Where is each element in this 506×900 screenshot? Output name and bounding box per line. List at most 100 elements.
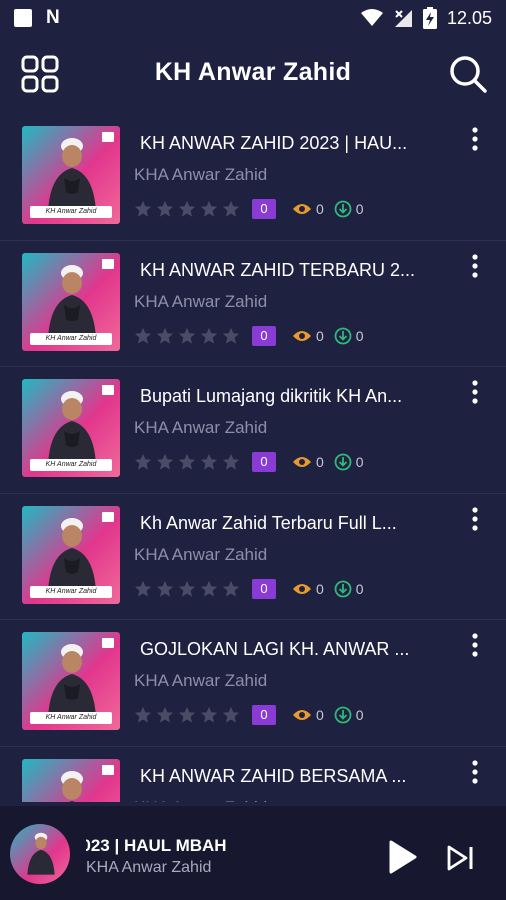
item-meta: 0 0 0 [134, 704, 364, 726]
more-vert-icon[interactable] [466, 126, 484, 154]
star-icon[interactable] [178, 200, 196, 218]
more-vert-icon[interactable] [466, 379, 484, 407]
star-icon[interactable] [222, 706, 240, 724]
person-image [61, 770, 83, 802]
rating-stars[interactable] [134, 706, 240, 724]
download-icon [334, 453, 352, 471]
thumb-caption: KH Anwar Zahid [30, 332, 112, 345]
list-item[interactable]: KH Anwar Zahid KH ANWAR ZAHID BERSAMA ..… [0, 747, 506, 802]
video-thumbnail[interactable]: KH Anwar Zahid [22, 379, 120, 477]
rating-stars[interactable] [134, 327, 240, 345]
star-icon[interactable] [222, 327, 240, 345]
item-title[interactable]: KH ANWAR ZAHID TERBARU 2... [140, 260, 445, 281]
star-icon[interactable] [222, 453, 240, 471]
rating-stars[interactable] [134, 580, 240, 598]
downloads-value: 0 [355, 580, 364, 597]
star-icon[interactable] [156, 706, 174, 724]
skip-next-icon[interactable] [446, 844, 476, 872]
item-title[interactable]: GOJLOKAN LAGI KH. ANWAR ... [140, 639, 445, 660]
notification-square-icon [14, 9, 32, 27]
star-icon[interactable] [178, 453, 196, 471]
views-count: 0 [292, 454, 324, 470]
video-thumbnail[interactable]: KH Anwar Zahid [22, 505, 120, 604]
logo-icon [102, 132, 114, 142]
logo-icon [102, 764, 114, 775]
item-artist: KHA Anwar Zahid [134, 544, 268, 564]
downloads-count: 0 [334, 706, 364, 724]
views-count: 0 [292, 707, 324, 723]
player-cover[interactable] [10, 824, 70, 884]
item-artist: KHA Anwar Zahid [134, 671, 268, 690]
star-icon[interactable] [200, 327, 218, 345]
thumb-caption: KH Anwar Zahid [30, 712, 112, 724]
views-count: 0 [292, 328, 324, 344]
star-icon[interactable] [156, 453, 174, 471]
star-icon[interactable] [134, 453, 152, 471]
star-icon[interactable] [134, 706, 152, 724]
video-thumbnail[interactable]: KH Anwar Zahid [22, 632, 120, 730]
more-vert-icon[interactable] [466, 506, 484, 534]
list-item[interactable]: KH Anwar Zahid GOJLOKAN LAGI KH. ANWAR .… [0, 620, 506, 747]
downloads-value: 0 [355, 327, 364, 344]
rating-badge: 0 [252, 705, 276, 725]
rating-badge: 0 [252, 578, 276, 599]
video-thumbnail[interactable]: KH Anwar Zahid [22, 252, 120, 351]
download-icon [334, 580, 352, 597]
star-icon[interactable] [156, 580, 174, 598]
video-thumbnail[interactable]: KH Anwar Zahid [22, 758, 120, 802]
downloads-count: 0 [334, 580, 364, 598]
star-icon[interactable] [200, 453, 218, 471]
rating-stars[interactable] [134, 453, 240, 471]
logo-icon [102, 385, 114, 395]
star-icon[interactable] [178, 706, 196, 724]
star-icon[interactable] [178, 327, 196, 345]
star-icon[interactable] [156, 200, 174, 218]
wifi-icon [360, 9, 383, 26]
item-title[interactable]: Bupati Lumajang dikritik KH An... [140, 386, 445, 407]
more-vert-icon[interactable] [466, 253, 484, 281]
video-thumbnail[interactable]: KH Anwar Zahid [22, 126, 120, 224]
download-icon [334, 200, 352, 218]
downloads-count: 0 [334, 200, 364, 218]
star-icon[interactable] [200, 580, 218, 598]
star-icon[interactable] [178, 580, 196, 598]
eye-icon [293, 457, 311, 467]
downloads-count: 0 [334, 453, 364, 471]
star-icon[interactable] [134, 327, 152, 345]
list-item[interactable]: KH Anwar Zahid KH ANWAR ZAHID TERBARU 2.… [0, 241, 506, 367]
app-bar: KH Anwar Zahid [0, 36, 506, 112]
views-value: 0 [316, 201, 324, 217]
item-title[interactable]: KH ANWAR ZAHID 2023 | HAU... [140, 133, 445, 154]
more-vert-icon[interactable] [466, 759, 484, 787]
status-bar: N 12.05 [0, 0, 506, 36]
rating-stars[interactable] [134, 200, 240, 218]
more-vert-icon[interactable] [466, 632, 484, 660]
eye-icon [293, 710, 311, 720]
star-icon[interactable] [200, 200, 218, 218]
star-icon[interactable] [134, 580, 152, 598]
mini-player[interactable]: AR ZAHID 2023 | HAUL MBAH KHA Anwar Zahi… [0, 806, 506, 900]
star-icon[interactable] [222, 580, 240, 598]
list-item[interactable]: KH Anwar Zahid KH ANWAR ZAHID 2023 | HAU… [0, 114, 506, 241]
signal-icon [394, 10, 412, 27]
star-icon[interactable] [156, 327, 174, 345]
item-meta: 0 0 0 [134, 578, 364, 600]
person-image [48, 517, 96, 592]
star-icon[interactable] [200, 706, 218, 724]
star-icon[interactable] [222, 200, 240, 218]
item-title[interactable]: Kh Anwar Zahid Terbaru Full L... [140, 513, 445, 534]
video-list: KH Anwar Zahid KH ANWAR ZAHID 2023 | HAU… [0, 114, 506, 802]
list-item[interactable]: KH Anwar Zahid Bupati Lumajang dikritik … [0, 367, 506, 494]
item-artist: KHA Anwar Zahid [134, 291, 268, 311]
views-value: 0 [316, 580, 324, 597]
item-meta: 0 0 0 [134, 451, 364, 473]
item-title[interactable]: KH ANWAR ZAHID BERSAMA ... [140, 766, 445, 787]
star-icon[interactable] [134, 200, 152, 218]
play-icon[interactable] [388, 839, 418, 875]
list-item[interactable]: KH Anwar Zahid Kh Anwar Zahid Terbaru Fu… [0, 494, 506, 620]
search-icon[interactable] [448, 54, 488, 94]
rating-badge: 0 [252, 325, 276, 346]
thumb-caption: KH Anwar Zahid [30, 459, 112, 471]
person-image [48, 138, 96, 212]
player-artist: KHA Anwar Zahid [86, 859, 212, 876]
